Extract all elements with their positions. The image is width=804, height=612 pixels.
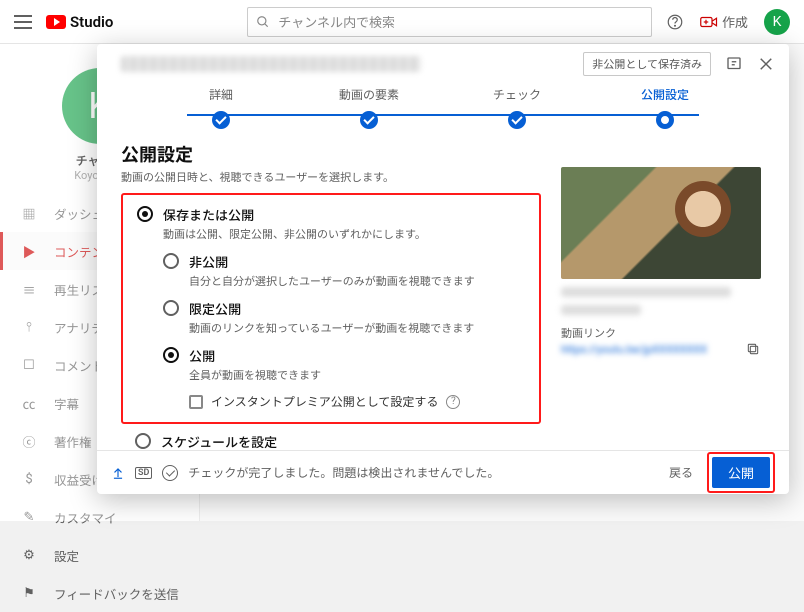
- highlight-save-publish: 保存または公開 動画は公開、限定公開、非公開のいずれかにします。 非公開自分と自…: [121, 193, 541, 424]
- video-title-blurred: [121, 56, 421, 72]
- radio-public[interactable]: 公開全員が動画を視聴できます: [163, 346, 525, 391]
- search-input[interactable]: チャンネル内で検索: [247, 7, 652, 37]
- step-details[interactable]: 詳細: [147, 86, 295, 129]
- back-button[interactable]: 戻る: [669, 464, 693, 481]
- step-visibility[interactable]: 公開設定: [591, 86, 739, 129]
- premiere-checkbox[interactable]: インスタントプレミア公開として設定する ?: [189, 393, 525, 410]
- sidebar-item-settings[interactable]: ⚙設定: [0, 536, 199, 574]
- radio-unlisted[interactable]: 限定公開動画のリンクを知っているユーザーが動画を視聴できます: [163, 299, 525, 344]
- menu-icon[interactable]: [14, 13, 32, 31]
- publish-button[interactable]: 公開: [712, 457, 770, 488]
- radio-icon: [135, 433, 151, 449]
- create-button[interactable]: 作成: [700, 12, 748, 31]
- radio-icon: [137, 206, 153, 222]
- radio-private[interactable]: 非公開自分と自分が選択したユーザーのみが動画を視聴できます: [163, 252, 525, 297]
- radio-schedule[interactable]: スケジュールを設定動画を公開する日付を選択します: [121, 432, 541, 450]
- radio-icon: [163, 253, 179, 269]
- section-title: 公開設定: [121, 141, 541, 167]
- step-elements[interactable]: 動画の要素: [295, 86, 443, 129]
- logo-text: Studio: [70, 13, 113, 31]
- video-title-preview-2: [561, 305, 641, 315]
- checkbox-icon: [189, 395, 203, 409]
- search-placeholder: チャンネル内で検索: [278, 12, 395, 31]
- section-subtitle: 動画の公開日時と、視聴できるユーザーを選択します。: [121, 169, 541, 185]
- gear-icon: ⚙: [20, 546, 38, 564]
- step-checks[interactable]: チェック: [443, 86, 591, 129]
- check-complete-icon: [162, 465, 178, 481]
- radio-icon: [163, 347, 179, 363]
- video-title-preview: [561, 287, 731, 297]
- create-label: 作成: [722, 12, 748, 31]
- logo[interactable]: Studio: [46, 13, 113, 31]
- highlight-publish: 公開: [707, 452, 775, 493]
- video-link-label: 動画リンク: [561, 325, 761, 341]
- youtube-icon: [46, 15, 66, 29]
- create-icon: [700, 15, 718, 29]
- copy-icon[interactable]: [745, 341, 761, 357]
- video-link[interactable]: https://youtu.be/jpXXXXXXXX: [561, 343, 707, 356]
- saved-badge: 非公開として保存済み: [583, 52, 711, 76]
- avatar[interactable]: K: [764, 9, 790, 35]
- sd-badge: SD: [135, 467, 152, 479]
- sidebar-item-feedback[interactable]: ⚑フィードバックを送信: [0, 574, 199, 612]
- help-icon[interactable]: ?: [446, 395, 460, 409]
- radio-save-or-publish[interactable]: 保存または公開 動画は公開、限定公開、非公開のいずれかにします。: [137, 205, 525, 250]
- feedback-icon[interactable]: [725, 55, 743, 73]
- check-message: チェックが完了しました。問題は検出されませんでした。: [188, 464, 499, 481]
- help-icon[interactable]: [666, 13, 684, 31]
- search-icon: [256, 15, 270, 29]
- feedback-icon: ⚑: [20, 584, 38, 602]
- upload-icon: [111, 466, 125, 480]
- upload-dialog: 非公開として保存済み 詳細 動画の要素 チェック 公開設定 公開設定 動画の公開…: [97, 44, 789, 494]
- video-thumbnail[interactable]: [561, 167, 761, 279]
- close-icon[interactable]: [757, 55, 775, 73]
- radio-icon: [163, 300, 179, 316]
